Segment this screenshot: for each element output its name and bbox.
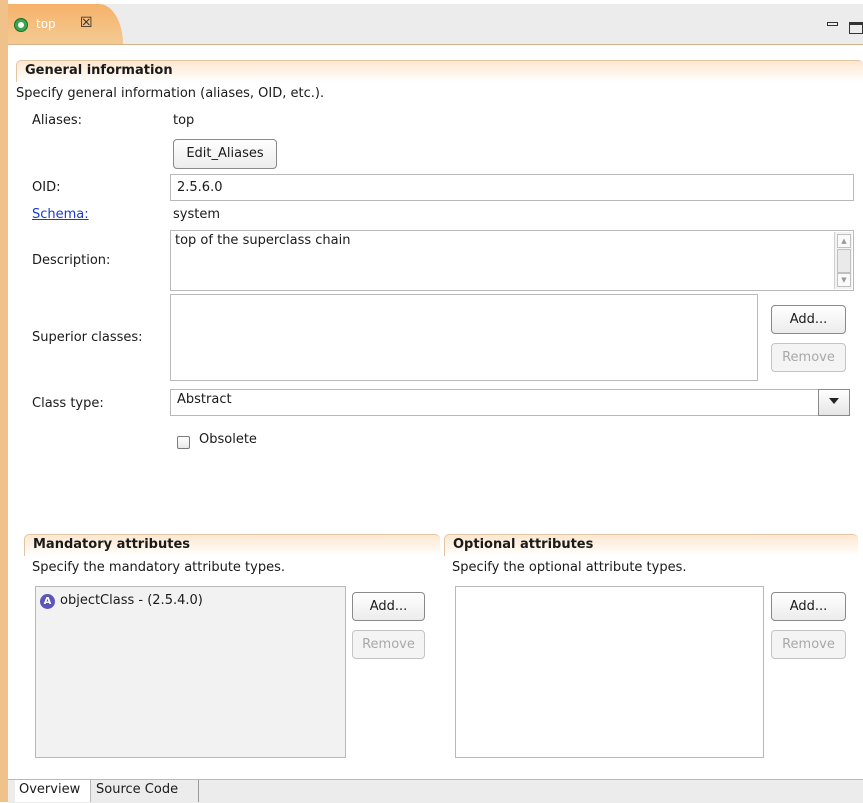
attribute-type-icon: A bbox=[40, 594, 55, 609]
superior-remove-button[interactable]: Remove bbox=[771, 343, 846, 372]
aliases-value: top bbox=[173, 113, 195, 128]
oid-label: OID: bbox=[32, 180, 61, 195]
minimize-icon[interactable] bbox=[827, 22, 838, 26]
class-type-value: Abstract bbox=[177, 392, 232, 407]
class-type-label: Class type: bbox=[32, 396, 104, 411]
list-item[interactable]: A objectClass - (2.5.4.0) bbox=[40, 593, 340, 611]
scroll-up-icon[interactable]: ▲ bbox=[837, 234, 851, 248]
mandatory-section-title: Mandatory attributes bbox=[33, 537, 190, 552]
close-icon[interactable]: ☒ bbox=[80, 15, 93, 31]
maximize-icon[interactable] bbox=[849, 22, 863, 34]
scroll-thumb[interactable] bbox=[837, 249, 851, 273]
optional-remove-button[interactable]: Remove bbox=[771, 630, 846, 659]
obsolete-label: Obsolete bbox=[199, 432, 257, 447]
mandatory-attributes-list[interactable]: A objectClass - (2.5.4.0) bbox=[35, 586, 346, 758]
list-item-label: objectClass - (2.5.4.0) bbox=[60, 593, 203, 608]
mandatory-remove-button[interactable]: Remove bbox=[352, 630, 425, 659]
editor-tab-strip bbox=[8, 4, 863, 45]
editor-tab-top[interactable]: top ☒ bbox=[8, 4, 123, 44]
aliases-label: Aliases: bbox=[32, 113, 83, 128]
general-section-header: General information bbox=[16, 60, 863, 82]
schema-value: system bbox=[173, 207, 220, 222]
obsolete-checkbox[interactable] bbox=[177, 436, 190, 449]
tab-source-code[interactable]: Source Code bbox=[92, 780, 199, 802]
class-type-select[interactable]: Abstract bbox=[170, 389, 820, 416]
object-class-icon bbox=[14, 18, 28, 32]
chevron-down-icon[interactable] bbox=[818, 389, 850, 416]
optional-add-button[interactable]: Add... bbox=[771, 592, 846, 621]
description-label: Description: bbox=[32, 253, 111, 268]
mandatory-add-button[interactable]: Add... bbox=[352, 592, 425, 621]
optional-attributes-list[interactable] bbox=[455, 586, 764, 758]
description-field[interactable]: top of the superclass chain ▲ ▼ bbox=[170, 230, 854, 291]
optional-section-title: Optional attributes bbox=[453, 537, 594, 552]
mandatory-section-header: Mandatory attributes bbox=[24, 534, 440, 556]
schema-link[interactable]: Schema: bbox=[32, 207, 89, 222]
editor-tab-label: top bbox=[36, 17, 56, 31]
tab-overview[interactable]: Overview bbox=[15, 780, 91, 802]
superior-classes-label: Superior classes: bbox=[32, 330, 143, 345]
description-scrollbar[interactable]: ▲ ▼ bbox=[834, 232, 852, 289]
optional-section-header: Optional attributes bbox=[444, 534, 858, 556]
optional-section-description: Specify the optional attribute types. bbox=[452, 560, 687, 575]
oid-field[interactable] bbox=[170, 174, 854, 201]
scroll-down-icon[interactable]: ▼ bbox=[837, 273, 851, 287]
superior-classes-list[interactable] bbox=[170, 294, 758, 381]
edit-aliases-button[interactable]: Edit_Aliases bbox=[173, 139, 277, 169]
general-section-description: Specify general information (aliases, OI… bbox=[16, 86, 325, 101]
superior-add-button[interactable]: Add... bbox=[771, 305, 846, 334]
general-section-title: General information bbox=[25, 63, 173, 78]
window-border bbox=[0, 0, 8, 802]
mandatory-section-description: Specify the mandatory attribute types. bbox=[32, 560, 285, 575]
description-text: top of the superclass chain bbox=[175, 233, 351, 248]
